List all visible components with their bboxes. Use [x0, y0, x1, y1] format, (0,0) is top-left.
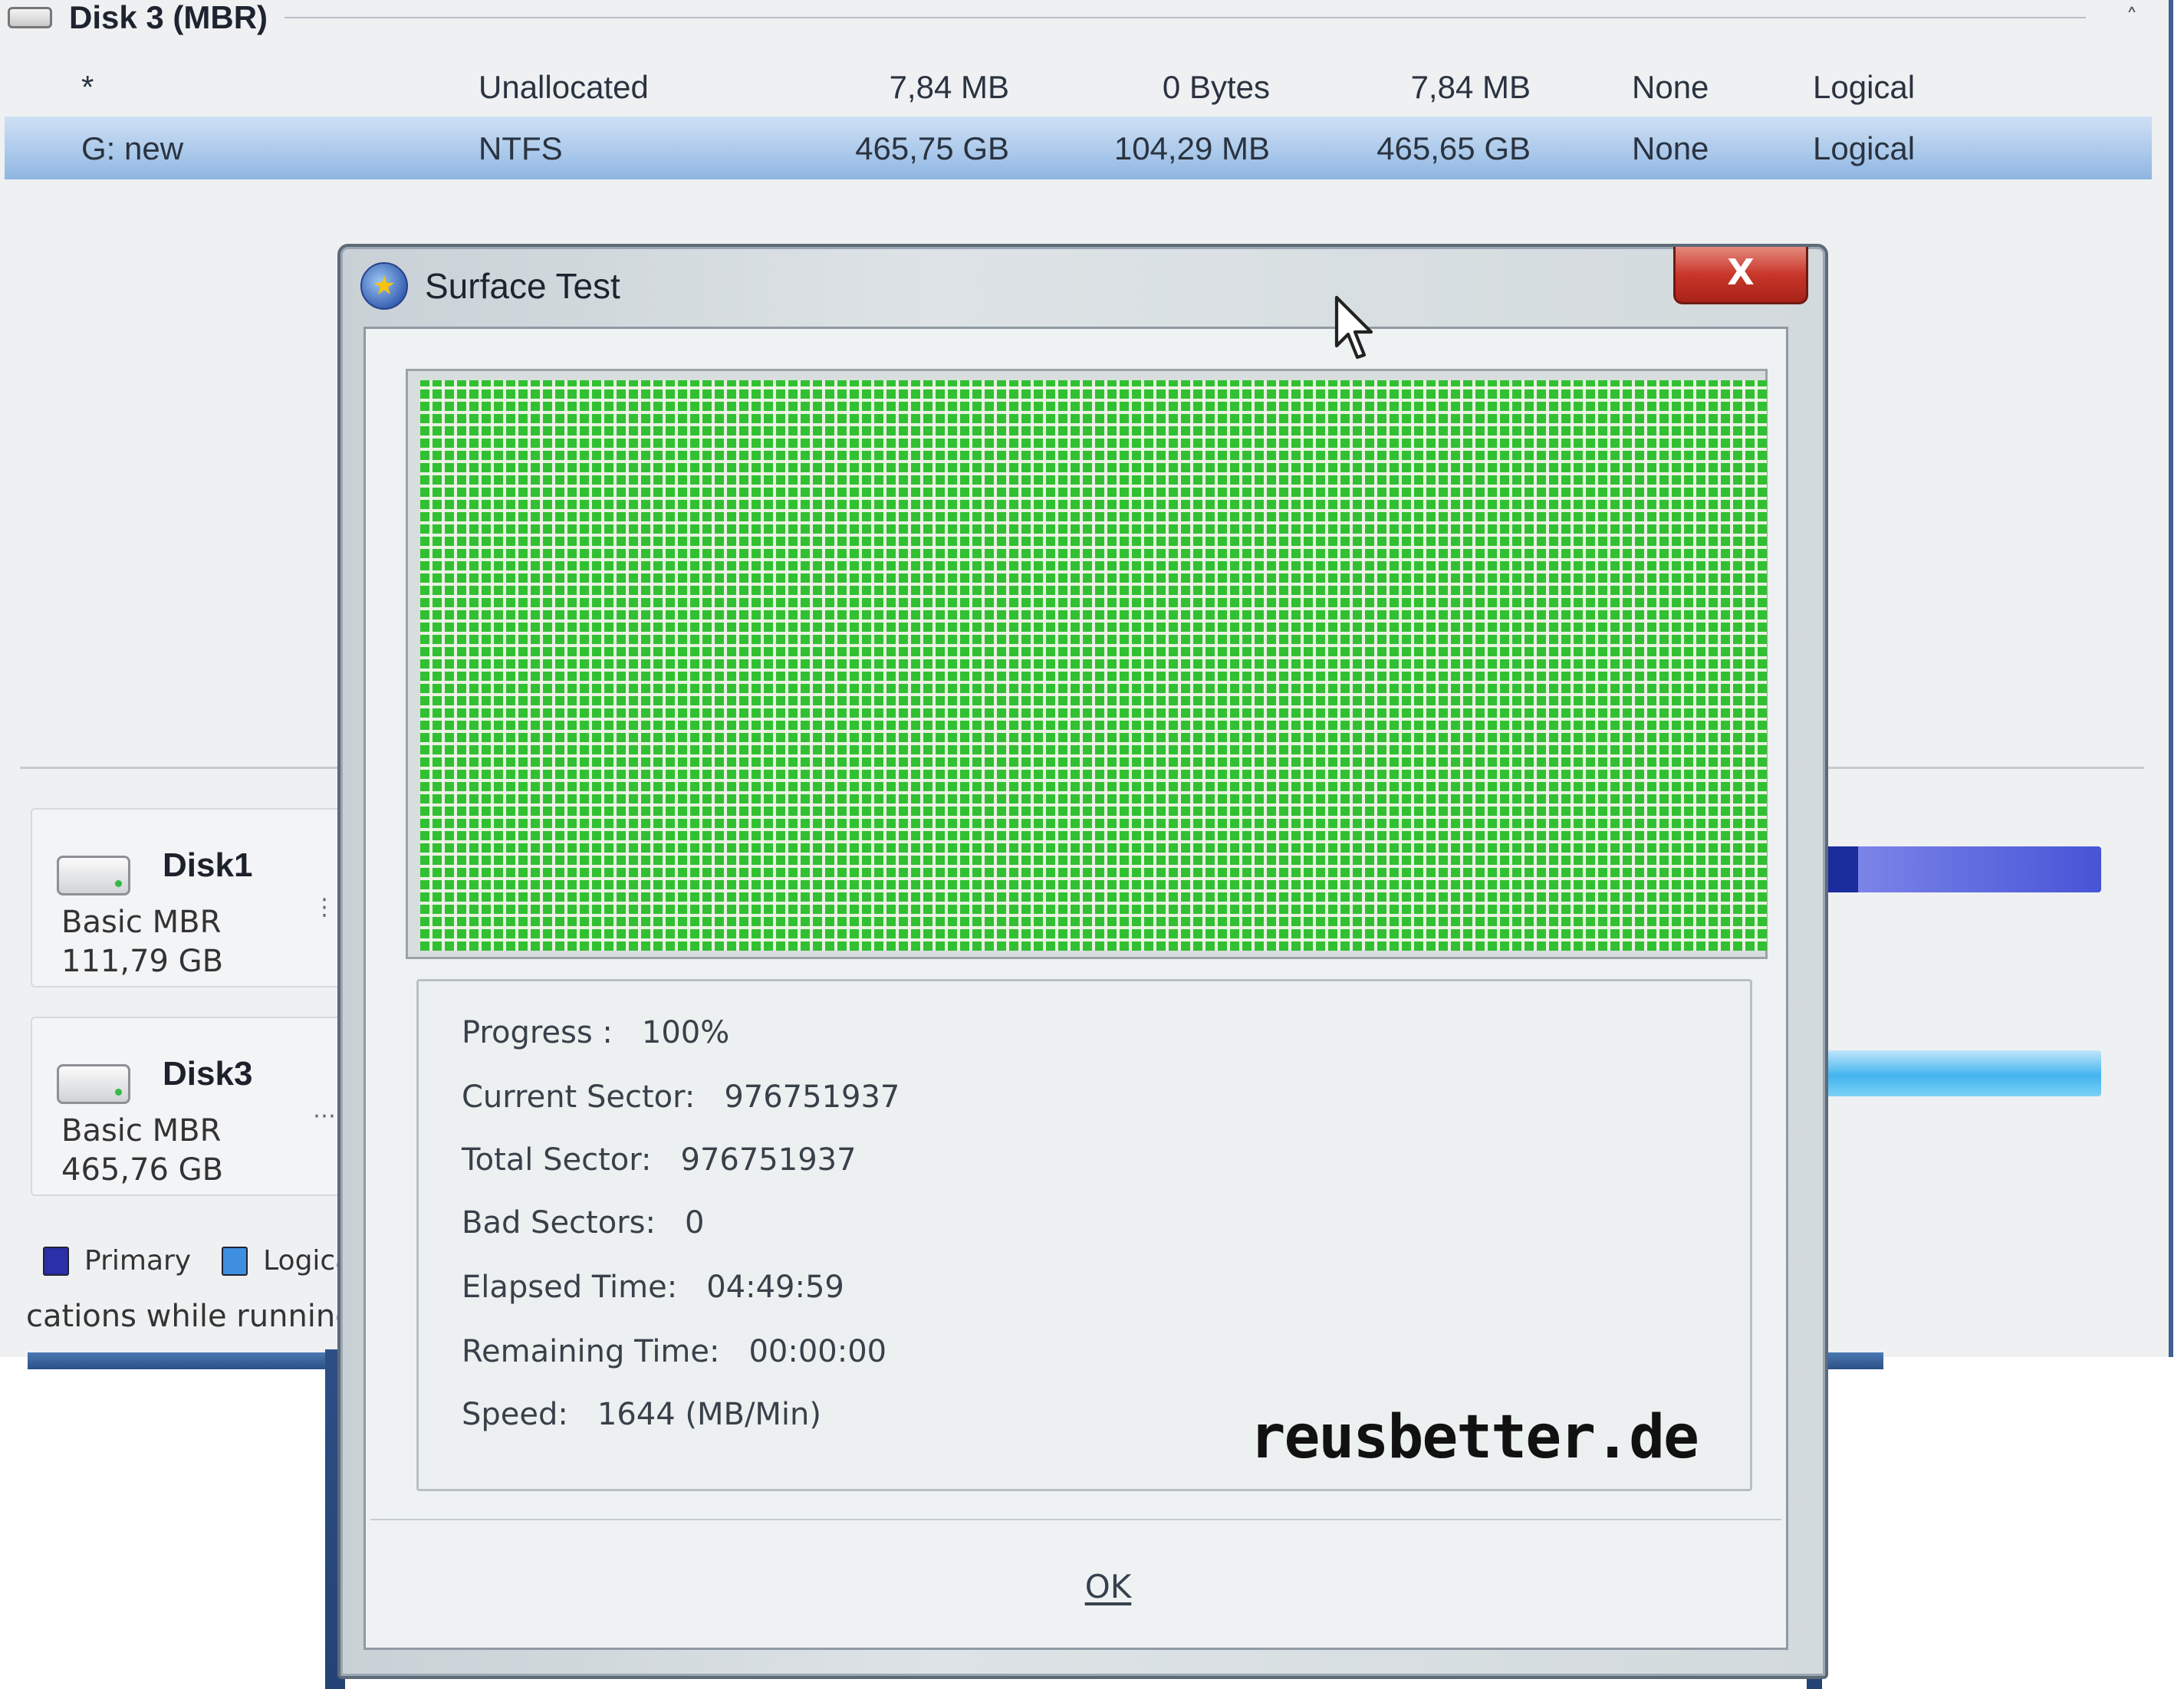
partition-flag: None [1632, 130, 1709, 166]
partition-name: * [81, 69, 94, 105]
sector-map-blocks [420, 380, 1767, 951]
progress-label: Progress : [462, 1015, 613, 1050]
dialog-title: Surface Test [425, 266, 620, 306]
partition-row-unallocated[interactable]: * Unallocated 7,84 MB 0 Bytes 7,84 MB No… [5, 55, 2152, 118]
disk-card-disk3[interactable]: Disk3 Basic MBR 465,76 GB ⋯ [31, 1017, 356, 1196]
partition-type: Logical [1813, 69, 1916, 105]
test-info-panel: Progress :100% Current Sector: 976751937 … [416, 979, 1752, 1491]
disk-name: Disk1 [163, 846, 253, 884]
remaining-time-label: Remaining Time: [462, 1334, 720, 1369]
partition-unused: 7,84 MB [1410, 69, 1531, 105]
progress-row: Progress : 100% [462, 1015, 729, 1050]
total-sector-label: Total Sector: [462, 1142, 652, 1178]
remaining-time-value: 00:00:00 [748, 1334, 887, 1369]
partition-capacity: 465,75 GB [855, 130, 1009, 166]
dialog-content: Progress :100% Current Sector: 976751937 … [363, 327, 1788, 1650]
partition-legend: Primary Logica [43, 1245, 383, 1277]
partition-filesystem: Unallocated [479, 69, 649, 105]
disk-group-header[interactable]: Disk 3 (MBR) ˄ [8, 0, 2147, 35]
close-button[interactable]: X [1673, 247, 1808, 304]
logical-swatch-icon [222, 1246, 248, 1276]
speed-label: Speed: [462, 1397, 568, 1432]
partition-used: 0 Bytes [1162, 69, 1270, 105]
partition-capacity: 7,84 MB [889, 69, 1009, 105]
disk-type: Basic MBR [61, 905, 222, 940]
partition-type: Logical [1813, 130, 1916, 166]
footer-divider [370, 1519, 1781, 1520]
dialog-titlebar[interactable]: ★ Surface Test X [340, 247, 1825, 325]
elapsed-time-row: Elapsed Time: 04:49:59 [462, 1270, 844, 1305]
header-divider [285, 17, 2086, 18]
primary-swatch-icon [43, 1246, 69, 1276]
app-logo-icon: ★ [360, 262, 408, 310]
sector-map-frame [406, 369, 1768, 959]
partition-flag: None [1632, 69, 1709, 105]
partition-filesystem: NTFS [479, 130, 563, 166]
partition-row-g-new[interactable]: G: new NTFS 465,75 GB 104,29 MB 465,65 G… [5, 117, 2152, 179]
watermark-text: reusbetter.de [1249, 1403, 1699, 1472]
current-sector-label: Current Sector: [462, 1079, 696, 1115]
disk-group-title: Disk 3 (MBR) [69, 0, 268, 35]
hard-disk-icon [57, 856, 130, 895]
elapsed-time-value: 04:49:59 [706, 1270, 844, 1305]
bad-sectors-label: Bad Sectors: [462, 1205, 656, 1240]
speed-row: Speed: 1644 (MB/Min) [462, 1397, 821, 1432]
remaining-time-row: Remaining Time: 00:00:00 [462, 1334, 886, 1369]
elapsed-time-label: Elapsed Time: [462, 1270, 678, 1305]
disk-type: Basic MBR [61, 1113, 222, 1148]
disk-card-disk1[interactable]: Disk1 Basic MBR 111,79 GB ⋮ [31, 808, 356, 987]
hard-disk-icon [57, 1064, 130, 1104]
ok-button[interactable]: OK [962, 1548, 1254, 1625]
progress-value: 100% [641, 1015, 730, 1050]
bad-sectors-value: 0 [684, 1205, 705, 1240]
total-sector-value: 976751937 [680, 1142, 857, 1178]
current-sector-row: Current Sector: 976751937 [462, 1079, 900, 1115]
partition-name: G: new [81, 130, 184, 166]
hard-disk-icon [8, 7, 52, 28]
disk-size: 111,79 GB [61, 944, 224, 979]
speed-value: 1644 (MB/Min) [597, 1397, 822, 1432]
collapse-chevron-icon[interactable]: ˄ [2117, 5, 2147, 31]
ellipsis-icon: ⋮ [313, 894, 336, 921]
bad-sectors-row: Bad Sectors: 0 [462, 1205, 704, 1240]
disk-name: Disk3 [163, 1055, 253, 1093]
total-sector-row: Total Sector: 976751937 [462, 1142, 857, 1178]
partition-used: 104,29 MB [1113, 130, 1270, 166]
disk-size: 465,76 GB [61, 1152, 224, 1188]
current-sector-value: 976751937 [724, 1079, 900, 1115]
legend-primary-label: Primary [84, 1245, 192, 1277]
partition-unused: 465,65 GB [1377, 130, 1531, 166]
surface-test-dialog: ★ Surface Test X Progress : 100% Current … [337, 244, 1828, 1679]
ellipsis-icon: ⋯ [313, 1102, 336, 1129]
